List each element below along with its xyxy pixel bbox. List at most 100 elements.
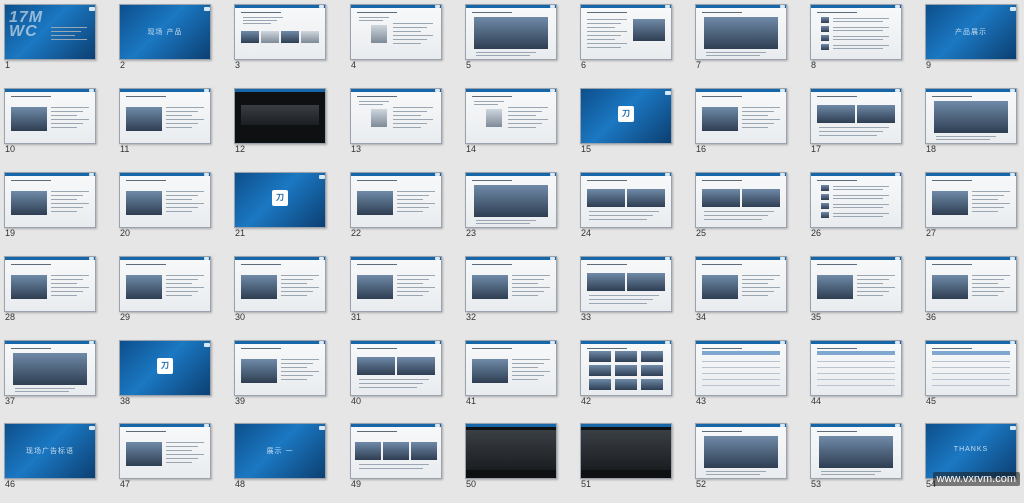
slide-thumbnail-cell[interactable]: 刀 38 — [116, 338, 231, 420]
slide-thumbnail[interactable] — [465, 423, 557, 479]
slide-thumbnail-cell[interactable]: 23 — [462, 170, 577, 252]
slide-thumbnail-cell[interactable]: 26 — [807, 170, 922, 252]
slide-thumbnail-cell[interactable]: 刀 15 — [577, 86, 692, 168]
slide-thumbnail-cell[interactable]: 12 — [231, 86, 346, 168]
slide-thumbnail[interactable] — [810, 4, 902, 60]
slide-thumbnail-cell[interactable]: 17M WC 1 — [1, 2, 116, 84]
slide-thumbnail-cell[interactable]: 39 — [231, 338, 346, 420]
slide-thumbnail[interactable]: 展示 一 — [234, 423, 326, 479]
slide-thumbnail-cell[interactable]: 现场 产品 2 — [116, 2, 231, 84]
slide-thumbnail-cell[interactable]: 25 — [692, 170, 807, 252]
slide-thumbnail[interactable] — [350, 256, 442, 312]
slide-thumbnail[interactable] — [580, 172, 672, 228]
slide-thumbnail[interactable]: 现场广告标语 — [4, 423, 96, 479]
slide-thumbnail-cell[interactable]: 35 — [807, 254, 922, 336]
slide-thumbnail-cell[interactable]: 41 — [462, 338, 577, 420]
slide-thumbnail-cell[interactable]: 47 — [116, 421, 231, 503]
slide-thumbnail[interactable] — [580, 340, 672, 396]
slide-thumbnail[interactable] — [350, 172, 442, 228]
slide-thumbnail-cell[interactable]: 40 — [347, 338, 462, 420]
slide-thumbnail[interactable] — [580, 256, 672, 312]
slide-thumbnail[interactable] — [810, 423, 902, 479]
slide-thumbnail[interactable] — [4, 256, 96, 312]
slide-thumbnail[interactable] — [695, 88, 787, 144]
slide-thumbnail[interactable] — [234, 88, 326, 144]
slide-thumbnail[interactable] — [580, 4, 672, 60]
slide-thumbnail-cell[interactable]: 49 — [347, 421, 462, 503]
slide-thumbnail-cell[interactable]: 24 — [577, 170, 692, 252]
slide-thumbnail[interactable]: 刀 — [234, 172, 326, 228]
slide-thumbnail[interactable] — [695, 340, 787, 396]
slide-thumbnail[interactable] — [810, 88, 902, 144]
slide-thumbnail[interactable] — [925, 172, 1017, 228]
slide-thumbnail[interactable] — [119, 256, 211, 312]
slide-thumbnail[interactable]: 刀 — [119, 340, 211, 396]
slide-thumbnail-cell[interactable]: 29 — [116, 254, 231, 336]
slide-thumbnail[interactable] — [695, 172, 787, 228]
slide-thumbnail[interactable] — [465, 88, 557, 144]
slide-thumbnail[interactable]: 现场 产品 — [119, 4, 211, 60]
slide-thumbnail[interactable] — [465, 172, 557, 228]
slide-thumbnail-cell[interactable]: 8 — [807, 2, 922, 84]
slide-thumbnail-cell[interactable]: 19 — [1, 170, 116, 252]
slide-thumbnail[interactable] — [810, 172, 902, 228]
slide-thumbnail[interactable] — [810, 256, 902, 312]
slide-thumbnail-cell[interactable]: 6 — [577, 2, 692, 84]
slide-thumbnail[interactable] — [925, 340, 1017, 396]
slide-thumbnail[interactable]: THANKS — [925, 423, 1017, 479]
slide-thumbnail-cell[interactable]: 展示 一 48 — [231, 421, 346, 503]
slide-thumbnail[interactable]: 17M WC — [4, 4, 96, 60]
slide-thumbnail[interactable]: 产品展示 — [925, 4, 1017, 60]
slide-thumbnail-cell[interactable]: 3 — [231, 2, 346, 84]
slide-thumbnail-cell[interactable]: 16 — [692, 86, 807, 168]
slide-thumbnail-cell[interactable]: 10 — [1, 86, 116, 168]
slide-thumbnail[interactable] — [465, 4, 557, 60]
slide-thumbnail-cell[interactable]: 7 — [692, 2, 807, 84]
slide-thumbnail-cell[interactable]: 51 — [577, 421, 692, 503]
slide-thumbnail-cell[interactable]: 27 — [922, 170, 1024, 252]
slide-thumbnail[interactable] — [350, 340, 442, 396]
slide-thumbnail-cell[interactable]: 52 — [692, 421, 807, 503]
slide-thumbnail[interactable] — [4, 340, 96, 396]
slide-thumbnail[interactable] — [465, 256, 557, 312]
slide-thumbnail[interactable] — [234, 340, 326, 396]
slide-thumbnail-cell[interactable]: 37 — [1, 338, 116, 420]
slide-thumbnail[interactable] — [695, 256, 787, 312]
slide-thumbnail-cell[interactable]: 31 — [347, 254, 462, 336]
slide-thumbnail-cell[interactable]: 43 — [692, 338, 807, 420]
slide-thumbnail-cell[interactable]: 45 — [922, 338, 1024, 420]
slide-thumbnail-cell[interactable]: 刀 21 — [231, 170, 346, 252]
slide-thumbnail-cell[interactable]: 34 — [692, 254, 807, 336]
slide-thumbnail[interactable] — [810, 340, 902, 396]
slide-thumbnail-cell[interactable]: 28 — [1, 254, 116, 336]
slide-thumbnail-cell[interactable]: 50 — [462, 421, 577, 503]
slide-thumbnail-cell[interactable]: 17 — [807, 86, 922, 168]
slide-thumbnail-cell[interactable]: 20 — [116, 170, 231, 252]
slide-thumbnail[interactable] — [4, 172, 96, 228]
slide-thumbnail[interactable] — [580, 423, 672, 479]
slide-thumbnail-cell[interactable]: THANKS 54 — [922, 421, 1024, 503]
slide-thumbnail[interactable] — [234, 256, 326, 312]
slide-thumbnail[interactable] — [695, 4, 787, 60]
slide-thumbnail-cell[interactable]: 18 — [922, 86, 1024, 168]
slide-thumbnail-cell[interactable]: 30 — [231, 254, 346, 336]
slide-thumbnail[interactable] — [925, 88, 1017, 144]
slide-thumbnail[interactable] — [350, 423, 442, 479]
slide-thumbnail-cell[interactable]: 5 — [462, 2, 577, 84]
slide-thumbnail[interactable] — [350, 88, 442, 144]
slide-thumbnail-cell[interactable]: 产品展示 9 — [922, 2, 1024, 84]
slide-thumbnail[interactable] — [119, 88, 211, 144]
slide-thumbnail[interactable] — [350, 4, 442, 60]
slide-thumbnail[interactable] — [119, 172, 211, 228]
slide-thumbnail-cell[interactable]: 32 — [462, 254, 577, 336]
slide-thumbnail-cell[interactable]: 13 — [347, 86, 462, 168]
slide-thumbnail[interactable] — [465, 340, 557, 396]
slide-thumbnail-cell[interactable]: 22 — [347, 170, 462, 252]
slide-thumbnail-cell[interactable]: 33 — [577, 254, 692, 336]
slide-thumbnail-cell[interactable]: 42 — [577, 338, 692, 420]
slide-thumbnail-cell[interactable]: 现场广告标语 46 — [1, 421, 116, 503]
slide-thumbnail-cell[interactable]: 4 — [347, 2, 462, 84]
slide-thumbnail[interactable] — [119, 423, 211, 479]
slide-thumbnail[interactable] — [4, 88, 96, 144]
slide-thumbnail-cell[interactable]: 11 — [116, 86, 231, 168]
